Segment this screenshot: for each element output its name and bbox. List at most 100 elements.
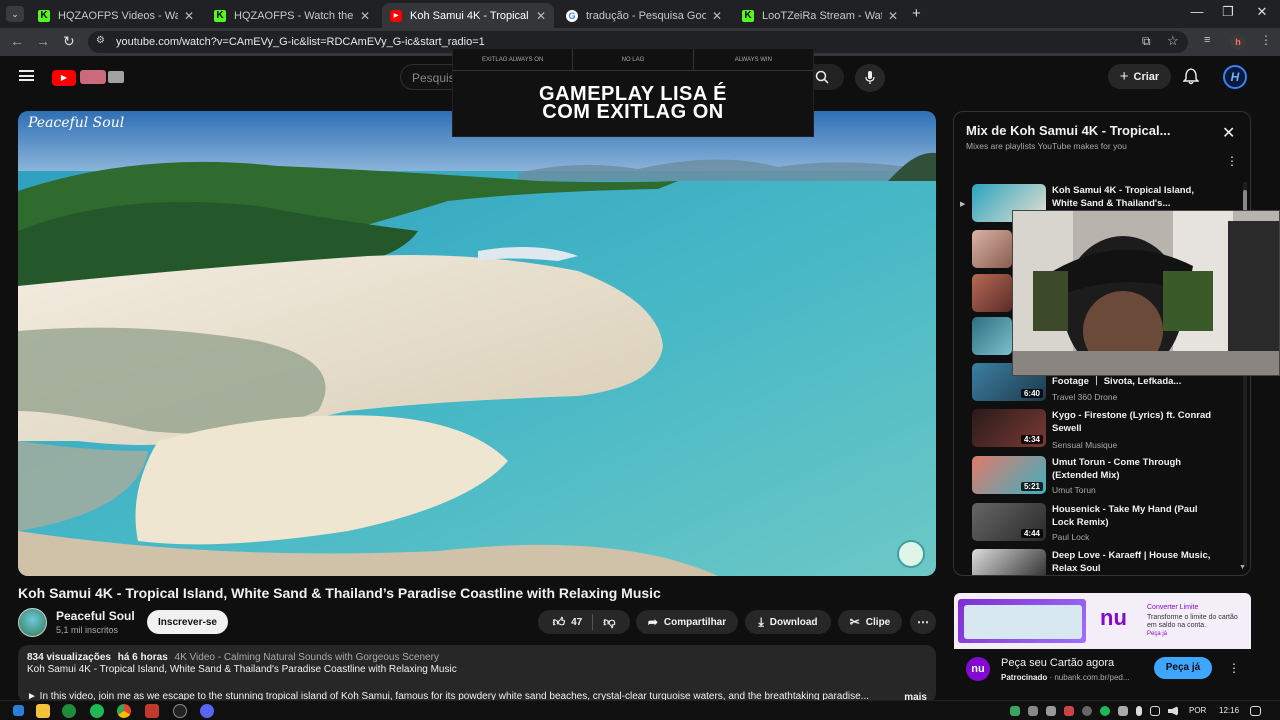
download-button[interactable]: ⤓ Download bbox=[745, 610, 831, 634]
network-icon[interactable] bbox=[1150, 706, 1160, 716]
window-close-icon[interactable]: ✕ bbox=[1247, 4, 1277, 20]
scroll-down-icon[interactable]: ▼ bbox=[1239, 564, 1246, 571]
browser-tab-active[interactable]: ▶ Koh Samui 4K - Tropical Island, ✕ bbox=[382, 3, 554, 28]
account-avatar[interactable]: H bbox=[1223, 65, 1247, 89]
ad-banner[interactable]: nu Converter Limite Transforme o limite … bbox=[954, 593, 1251, 649]
clock[interactable]: 12:16 bbox=[1219, 706, 1239, 715]
browser-tab[interactable]: K HQZAOFPS - Watch the VOD o ✕ bbox=[206, 3, 378, 28]
playlist-item[interactable]: Deep Love - Karaeff | House Music, Relax… bbox=[972, 549, 1232, 575]
tab-title: HQZAOFPS Videos - Watch On bbox=[58, 9, 178, 22]
minimize-icon[interactable]: — bbox=[1182, 4, 1212, 19]
microphone-tray-icon[interactable] bbox=[1136, 706, 1142, 716]
video-player[interactable]: Peaceful Soul bbox=[18, 111, 936, 576]
playlist-item-title: Housenick - Take My Hand (Paul Lock Remi… bbox=[1052, 504, 1198, 528]
tray-app-icon[interactable] bbox=[1118, 706, 1128, 716]
channel-name[interactable]: Peaceful Soul bbox=[56, 609, 135, 623]
tray-app-icon[interactable] bbox=[1064, 706, 1074, 716]
spotify-icon[interactable] bbox=[90, 704, 104, 718]
ad-banner-image bbox=[958, 599, 1086, 643]
tray-app-icon[interactable] bbox=[1028, 706, 1038, 716]
playlist-thumbnail: 5:21 bbox=[972, 456, 1046, 494]
ad-banner-title: Converter Limite bbox=[1147, 604, 1199, 611]
like-dislike-group: 👍︎ 47 👎︎ bbox=[538, 610, 630, 634]
ad-advertiser-icon: nu bbox=[966, 657, 990, 681]
youtube-icon: ▶ bbox=[390, 9, 402, 22]
like-button[interactable]: 👍︎ 47 bbox=[553, 615, 583, 630]
profile-avatar[interactable]: h bbox=[1230, 34, 1246, 50]
playlist-item[interactable]: 4:34 Kygo - Firestone (Lyrics) ft. Conra… bbox=[972, 409, 1232, 453]
playlist-item[interactable]: 5:21 Umut Torun - Come Through (Extended… bbox=[972, 456, 1232, 500]
browser-tab[interactable]: K HQZAOFPS Videos - Watch On ✕ bbox=[30, 3, 202, 28]
forward-icon[interactable]: → bbox=[36, 33, 50, 49]
browser-tab[interactable]: K LooTZeiRa Stream - Watch Live ✕ bbox=[734, 3, 906, 28]
ad-domain: nubank.com.br/ped... bbox=[1054, 673, 1130, 682]
tray-app-icon[interactable] bbox=[1046, 706, 1056, 716]
browser-tab[interactable]: G tradução - Pesquisa Google ✕ bbox=[558, 3, 730, 28]
description-tags[interactable]: 4K Video - Calming Natural Sounds with G… bbox=[175, 652, 439, 663]
discord-icon[interactable] bbox=[200, 704, 214, 718]
hamburger-menu-icon[interactable] bbox=[19, 70, 34, 81]
playlist-item-title: Umut Torun - Come Through (Extended Mix) bbox=[1052, 457, 1182, 481]
maximize-icon[interactable]: ❐ bbox=[1213, 4, 1243, 20]
bookmark-star-icon[interactable]: ☆ bbox=[1167, 33, 1179, 49]
start-button-icon[interactable] bbox=[13, 705, 24, 716]
scissors-icon: ✂ bbox=[849, 615, 860, 629]
notifications-icon[interactable] bbox=[1250, 706, 1261, 716]
tray-spotify-icon[interactable] bbox=[1100, 706, 1110, 716]
share-icon: ➦ bbox=[647, 615, 658, 629]
duration-badge: 6:40 bbox=[1020, 389, 1043, 398]
tab-title: tradução - Pesquisa Google bbox=[586, 9, 706, 22]
media-controls-icon[interactable]: ≡ bbox=[1204, 34, 1210, 46]
share-button[interactable]: ➦ Compartilhar bbox=[636, 610, 738, 634]
playlist-item-channel: Umut Torun bbox=[1052, 485, 1096, 495]
close-tab-icon[interactable]: ✕ bbox=[888, 9, 898, 23]
tray-app-icon[interactable] bbox=[1010, 706, 1020, 716]
ad-headline[interactable]: Peça seu Cartão agora bbox=[1001, 657, 1114, 669]
notifications-bell-icon[interactable] bbox=[1182, 68, 1200, 90]
playlist-item-title: Kygo - Firestone (Lyrics) ft. Conrad Sew… bbox=[1052, 410, 1212, 434]
media-app-icon[interactable] bbox=[145, 704, 159, 718]
back-icon[interactable]: ← bbox=[10, 33, 24, 49]
volume-icon[interactable] bbox=[1168, 706, 1178, 716]
dislike-button[interactable]: 👎︎ bbox=[603, 615, 615, 630]
language-indicator[interactable]: POR bbox=[1189, 706, 1206, 715]
close-playlist-icon[interactable]: ✕ bbox=[1222, 123, 1235, 143]
browser-menu-icon[interactable]: ⋮ bbox=[1260, 33, 1272, 47]
playlist-item-channel: Travel 360 Drone bbox=[1052, 392, 1118, 402]
youtube-logo[interactable]: ▶ bbox=[52, 68, 128, 86]
reload-icon[interactable]: ↻ bbox=[63, 33, 75, 50]
close-tab-icon[interactable]: ✕ bbox=[712, 9, 722, 23]
obs-icon[interactable] bbox=[173, 704, 187, 718]
description-box[interactable]: 834 visualizações há 6 horas 4K Video - … bbox=[18, 645, 936, 703]
xbox-icon[interactable] bbox=[62, 704, 76, 718]
new-tab-button[interactable]: + bbox=[912, 5, 921, 22]
playlist-title[interactable]: Mix de Koh Samui 4K - Tropical... bbox=[966, 123, 1170, 138]
close-tab-icon[interactable]: ✕ bbox=[360, 9, 370, 23]
ad-cta-button[interactable]: Peça já bbox=[1154, 657, 1212, 679]
ad-menu-icon[interactable]: ⋮ bbox=[1228, 661, 1240, 675]
playlist-item[interactable]: 4:44 Housenick - Take My Hand (Paul Lock… bbox=[972, 503, 1232, 547]
ad-brand-logo: nu bbox=[1100, 605, 1127, 630]
site-info-icon[interactable]: ⚙ bbox=[96, 35, 105, 46]
close-tab-icon[interactable]: ✕ bbox=[536, 9, 546, 23]
clip-button[interactable]: ✂ Clipe bbox=[838, 610, 902, 634]
install-app-icon[interactable]: ⧉ bbox=[1142, 34, 1151, 49]
subscriber-count: 5,1 mil inscritos bbox=[56, 625, 119, 635]
more-actions-button[interactable]: ⋯ bbox=[910, 610, 936, 634]
file-explorer-icon[interactable] bbox=[36, 704, 50, 718]
clip-label: Clipe bbox=[865, 616, 891, 628]
kick-icon: K bbox=[38, 9, 50, 22]
subscribe-button[interactable]: Inscrever-se bbox=[147, 610, 228, 634]
create-button[interactable]: + Criar bbox=[1108, 64, 1171, 89]
tray-app-icon[interactable] bbox=[1082, 706, 1092, 716]
chrome-icon[interactable] bbox=[117, 704, 131, 718]
close-tab-icon[interactable]: ✕ bbox=[184, 9, 194, 23]
voice-search-button[interactable] bbox=[855, 64, 885, 92]
plus-icon: + bbox=[1119, 68, 1129, 85]
playlist-menu-icon[interactable]: ⋮ bbox=[1226, 154, 1238, 168]
tab-search-button[interactable]: ⌄ bbox=[6, 6, 24, 22]
playlist-item-channel: Sensual Musique bbox=[1052, 440, 1118, 450]
sponsored-ad[interactable]: nu Converter Limite Transforme o limite … bbox=[954, 593, 1251, 693]
kick-icon: K bbox=[214, 9, 226, 22]
channel-avatar[interactable] bbox=[18, 608, 47, 637]
